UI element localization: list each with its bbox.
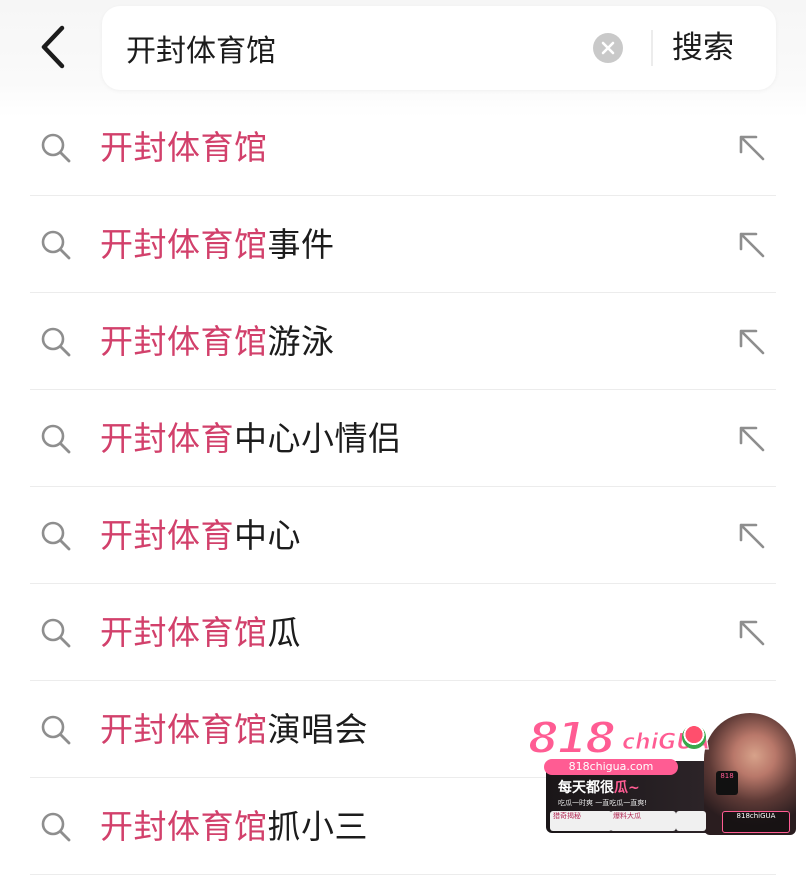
search-icon (41, 521, 71, 551)
search-icon (41, 618, 71, 648)
search-icon (41, 230, 71, 260)
row-divider (30, 389, 776, 390)
search-icon (41, 133, 71, 163)
ad-chip (676, 811, 706, 831)
search-box: 搜索 (102, 6, 776, 90)
ad-photo-tag: 818 (716, 771, 738, 795)
suggestion-rest: 抓小三 (267, 807, 368, 846)
row-divider (30, 874, 776, 875)
watermelon-icon (682, 725, 706, 749)
suggestion-match: 开封体育馆 (100, 613, 268, 652)
search-button[interactable]: 搜索 (672, 22, 762, 74)
suggestion-item[interactable]: 开封体育馆游泳 (0, 294, 806, 390)
row-divider (30, 486, 776, 487)
suggestion-rest: 游泳 (267, 322, 335, 361)
fill-query-arrow-icon[interactable] (736, 326, 768, 358)
search-icon (41, 812, 71, 842)
chevron-left-icon (41, 25, 65, 69)
fill-query-arrow-icon[interactable] (736, 132, 768, 164)
ad-subline: 吃瓜一时爽 一直吃瓜一直爽! (558, 799, 648, 807)
clear-search-button[interactable] (593, 33, 623, 63)
suggestion-item[interactable]: 开封体育馆 (0, 100, 806, 196)
row-divider (30, 195, 776, 196)
suggestion-rest: 中心小情侣 (234, 419, 402, 458)
ad-slogan-highlight: 瓜~ (614, 780, 640, 796)
suggestion-rest: 中心 (234, 516, 301, 555)
ad-chip: 猎奇揭秘 (550, 811, 612, 831)
suggestion-match: 开封体育 (100, 419, 234, 458)
ad-logo-number: 818 (527, 713, 617, 764)
suggestion-text: 开封体育馆游泳 (100, 316, 335, 368)
suggestion-match: 开封体育馆 (100, 225, 268, 264)
suggestion-match: 开封体育馆 (100, 128, 268, 167)
ad-domain: 818chigua.com (544, 759, 678, 775)
clear-circle-icon (601, 41, 615, 55)
row-divider (30, 583, 776, 584)
suggestion-match: 开封体育馆 (100, 322, 268, 361)
suggestion-text: 开封体育馆瓜 (100, 607, 301, 659)
search-icon (41, 327, 71, 357)
suggestion-text: 开封体育馆抓小三 (100, 801, 368, 853)
fill-query-arrow-icon[interactable] (736, 617, 768, 649)
suggestion-rest: 演唱会 (267, 710, 368, 749)
fill-query-arrow-icon[interactable] (736, 423, 768, 455)
row-divider (30, 292, 776, 293)
back-button[interactable] (28, 22, 78, 72)
suggestion-item[interactable]: 开封体育馆瓜 (0, 585, 806, 681)
ad-slogan-prefix: 每天都很 (558, 780, 614, 796)
ad-banner[interactable]: 818 chiGUA 818chigua.com 每天都很瓜~ 吃瓜一时爽 一直… (526, 713, 796, 835)
suggestion-text: 开封体育馆演唱会 (100, 704, 368, 756)
fill-query-arrow-icon[interactable] (736, 229, 768, 261)
search-icon (41, 424, 71, 454)
suggestion-text: 开封体育中心 (100, 510, 301, 562)
suggestion-match: 开封体育馆 (100, 710, 268, 749)
suggestion-rest: 事件 (267, 225, 335, 264)
suggestion-text: 开封体育馆 (100, 122, 268, 174)
search-icon (41, 715, 71, 745)
ad-chip: 爆料大瓜 (610, 811, 676, 831)
suggestion-item[interactable]: 开封体育中心 (0, 488, 806, 584)
fill-query-arrow-icon[interactable] (736, 520, 768, 552)
row-divider (30, 680, 776, 681)
ad-badge: 818chiGUA (722, 811, 790, 833)
suggestion-match: 开封体育 (100, 516, 234, 555)
search-input[interactable] (126, 22, 566, 74)
suggestion-text: 开封体育馆事件 (100, 219, 335, 271)
suggestion-rest: 瓜 (267, 613, 301, 652)
divider (651, 30, 653, 66)
suggestion-item[interactable]: 开封体育中心小情侣 (0, 391, 806, 487)
suggestion-item[interactable]: 开封体育馆事件 (0, 197, 806, 293)
suggestion-text: 开封体育中心小情侣 (100, 413, 402, 465)
suggestion-match: 开封体育馆 (100, 807, 268, 846)
ad-slogan: 每天都很瓜~ (558, 779, 640, 797)
